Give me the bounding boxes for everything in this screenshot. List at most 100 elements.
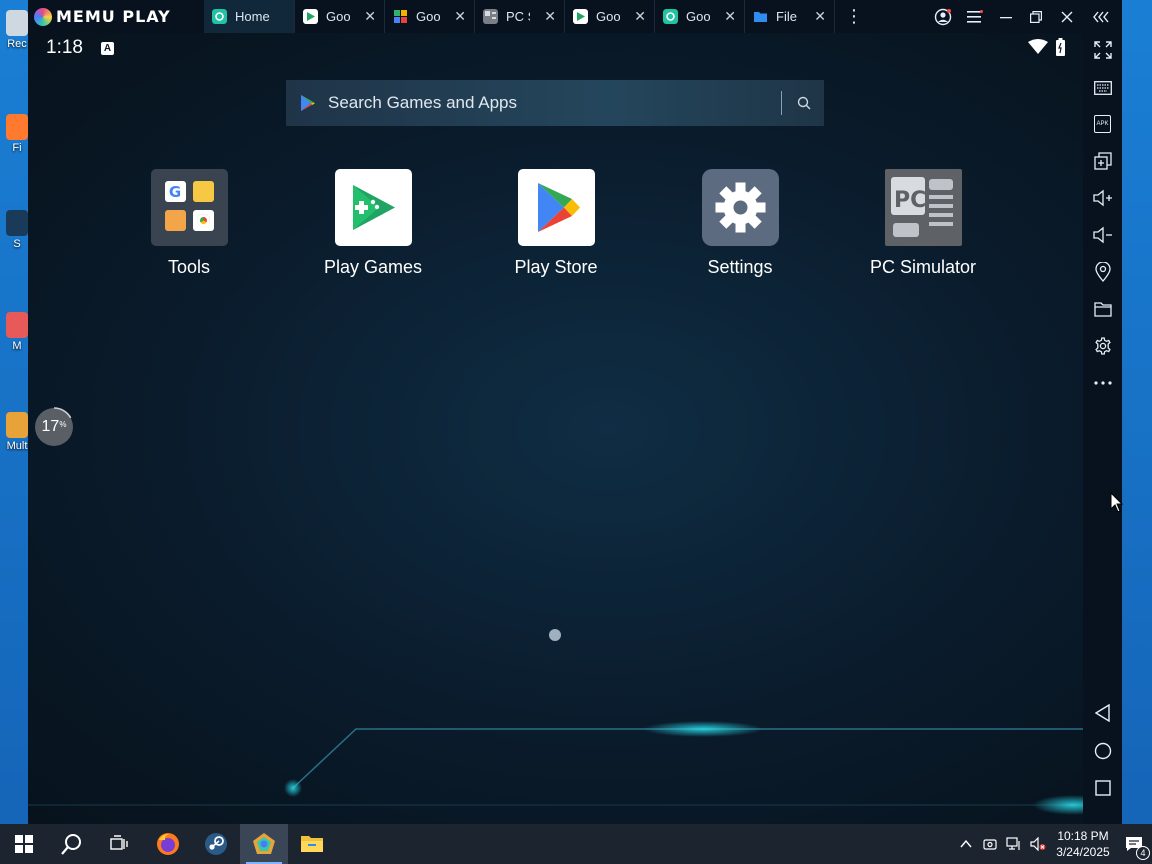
settings-button[interactable]: [1083, 331, 1122, 361]
meet-now-button[interactable]: [978, 837, 1002, 851]
desktop-icon-label: Fi: [12, 142, 22, 154]
search-bar[interactable]: Search Games and Apps: [286, 80, 824, 126]
network-button[interactable]: [1002, 837, 1026, 851]
memu-emulator-window: MEMU PLAY Home Goo ✕ Goo ✕ PC S ✕ Goo ✕: [28, 0, 1122, 824]
emulator-sidebar: APK: [1083, 33, 1122, 824]
desktop-icon-steam[interactable]: S: [4, 210, 30, 250]
task-view-button[interactable]: [96, 824, 144, 864]
puzzle-icon: [394, 10, 407, 23]
mouse-cursor-icon: [1110, 492, 1124, 513]
meet-now-icon: [983, 839, 997, 850]
task-view-icon: [110, 835, 128, 850]
progress-badge[interactable]: 17%: [34, 407, 74, 447]
steam-taskbar-button[interactable]: [192, 824, 240, 864]
volume-button[interactable]: [1026, 837, 1050, 851]
app-tools[interactable]: G Tools: [114, 169, 264, 278]
more-button[interactable]: [1083, 368, 1122, 398]
volume-down-button[interactable]: [1083, 220, 1122, 250]
tab-label: File M: [776, 9, 800, 24]
notification-center-button[interactable]: 4: [1116, 836, 1152, 860]
search-divider: [781, 91, 782, 115]
tab-label: PC S: [506, 9, 530, 24]
app-play-store[interactable]: Play Store: [481, 169, 631, 278]
app-label: Tools: [167, 257, 211, 277]
notification-icon: A: [100, 41, 114, 55]
firefox-taskbar-button[interactable]: [144, 824, 192, 864]
app-label: Play Store: [514, 257, 598, 277]
desktop-icon-firefox[interactable]: Fi: [4, 114, 30, 154]
shared-folder-button[interactable]: [1083, 294, 1122, 324]
folder-icon: [754, 12, 767, 22]
tab-home[interactable]: Home: [204, 0, 295, 33]
tab-google-play-2[interactable]: Goo ✕: [565, 0, 655, 33]
android-back-button[interactable]: [1083, 698, 1122, 728]
close-window-button[interactable]: [1055, 0, 1079, 33]
close-icon[interactable]: ✕: [364, 8, 376, 25]
minimize-icon: [1000, 16, 1012, 18]
close-icon[interactable]: ✕: [724, 8, 736, 25]
tab-pc-simulator[interactable]: PC S ✕: [475, 0, 565, 33]
desktop-icon-multi-memu[interactable]: Mult: [4, 412, 30, 452]
memu-taskbar-button[interactable]: [240, 824, 288, 864]
start-icon: [15, 835, 33, 853]
pc-simulator-icon: [483, 9, 498, 24]
play-store-icon: [303, 9, 318, 24]
multi-instance-button[interactable]: [1083, 146, 1122, 176]
keyboard-button[interactable]: [1083, 73, 1122, 103]
app-label: PC Simulator: [869, 257, 977, 277]
minimize-button[interactable]: [994, 0, 1018, 33]
tab-label: Home: [235, 9, 270, 24]
firefox-icon: [157, 833, 179, 855]
close-icon[interactable]: ✕: [814, 8, 826, 25]
page-indicator-dot: [549, 629, 561, 641]
account-icon: [934, 8, 952, 25]
tab-file-manager[interactable]: File M ✕: [745, 0, 835, 33]
memu-icon: [253, 833, 275, 854]
location-button[interactable]: [1083, 257, 1122, 287]
volume-up-button[interactable]: [1083, 183, 1122, 213]
android-home-button[interactable]: [1083, 736, 1122, 766]
more-icon: [1093, 381, 1112, 385]
collapse-sidebar-button[interactable]: [1088, 0, 1116, 33]
settings-gear-icon: [701, 169, 779, 246]
recents-icon: [1094, 780, 1111, 796]
app-settings[interactable]: Settings: [665, 169, 815, 278]
tab-google-memu[interactable]: Goo ✕: [655, 0, 745, 33]
play-store-icon: [517, 169, 595, 246]
memu-logo-icon: [34, 7, 52, 26]
desktop-icon-label: S: [13, 238, 21, 250]
tab-google-play-1[interactable]: Goo ✕: [295, 0, 385, 33]
app-play-games[interactable]: Play Games: [298, 169, 448, 278]
desktop-icon-label: Rec: [7, 38, 27, 50]
close-icon[interactable]: ✕: [544, 8, 556, 25]
chevron-up-icon: [960, 840, 972, 848]
menu-button[interactable]: [962, 0, 988, 33]
search-icon[interactable]: [796, 95, 812, 111]
fullscreen-button[interactable]: [1083, 35, 1122, 65]
home-icon: [1094, 742, 1111, 760]
progress-ring: [34, 407, 74, 447]
apk-install-button[interactable]: APK: [1083, 109, 1122, 139]
taskbar-clock[interactable]: 10:18 PM 3/24/2025: [1050, 828, 1116, 860]
memu-logo: MEMU PLAY: [28, 0, 204, 33]
start-button[interactable]: [0, 824, 48, 864]
tab-menu-icon[interactable]: ⋮: [835, 6, 873, 27]
desktop-icon-recycle-bin[interactable]: Rec: [4, 10, 30, 50]
restore-button[interactable]: [1024, 0, 1048, 33]
show-hidden-icons-button[interactable]: [954, 840, 978, 848]
desktop-icon-memu[interactable]: M: [4, 312, 30, 352]
file-explorer-taskbar-button[interactable]: [288, 824, 336, 864]
close-icon[interactable]: ✕: [454, 8, 466, 25]
account-button[interactable]: [930, 0, 956, 33]
settings-icon: [1094, 337, 1111, 355]
android-recents-button[interactable]: [1083, 773, 1122, 803]
windows-taskbar: 10:18 PM 3/24/2025 4: [0, 824, 1152, 864]
android-status-bar: 1:18 A: [46, 37, 114, 59]
search-placeholder: Search Games and Apps: [328, 93, 518, 112]
taskbar-search-button[interactable]: [48, 824, 96, 864]
keyboard-icon: [1093, 81, 1112, 95]
app-pc-simulator[interactable]: PC PC Simulator: [848, 169, 998, 278]
close-icon[interactable]: ✕: [634, 8, 646, 25]
tab-google-2[interactable]: Goo ✕: [385, 0, 475, 33]
restore-icon: [1030, 10, 1042, 23]
